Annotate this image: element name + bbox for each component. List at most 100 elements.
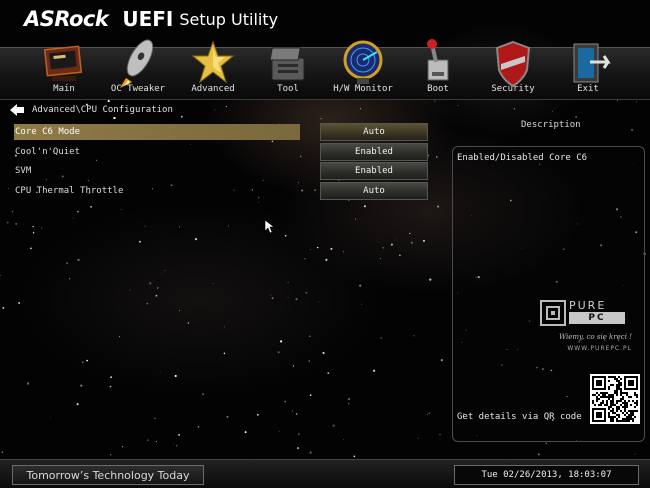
qr-module	[610, 396, 612, 398]
setting-value-cool-n-quiet[interactable]: Enabled	[320, 143, 428, 161]
qr-module	[626, 416, 628, 418]
star	[225, 106, 227, 108]
setting-row-cool-n-quiet[interactable]: Cool'n'Quiet	[14, 144, 300, 160]
star	[382, 247, 384, 249]
star	[318, 301, 320, 303]
qr-module	[618, 416, 620, 418]
setting-label: SVM	[15, 166, 32, 176]
nav-item-main[interactable]: Main	[27, 45, 101, 94]
qr-module	[610, 376, 612, 378]
qr-module	[602, 396, 604, 398]
star	[305, 291, 308, 294]
nav-item-boot[interactable]: Boot	[401, 39, 475, 94]
qr-module	[606, 400, 608, 402]
star	[287, 281, 289, 283]
qr-module	[634, 406, 636, 408]
star	[80, 384, 83, 387]
qr-module	[608, 394, 610, 396]
setting-row-cpu-thermal-throttle[interactable]: CPU Thermal Throttle	[14, 183, 300, 199]
qr-module	[604, 394, 606, 396]
star	[380, 258, 382, 260]
back-arrow-icon[interactable]	[10, 104, 24, 116]
setting-label: Cool'n'Quiet	[15, 147, 81, 157]
star	[380, 337, 382, 339]
qr-module	[628, 400, 630, 402]
star	[256, 413, 259, 416]
qr-module	[614, 392, 616, 394]
qr-module	[616, 394, 618, 396]
qr-module	[624, 418, 626, 420]
star	[76, 403, 79, 406]
qr-module	[626, 402, 628, 404]
star	[147, 439, 149, 441]
qr-module	[620, 404, 622, 406]
star	[426, 414, 428, 416]
qr-module	[636, 404, 638, 406]
qr-module	[620, 384, 622, 386]
star	[164, 270, 166, 272]
nav-item-security[interactable]: Security	[476, 40, 550, 94]
star	[146, 302, 149, 305]
qr-module	[632, 420, 634, 422]
toolbox-icon	[269, 47, 305, 81]
star	[15, 223, 17, 225]
star	[292, 365, 294, 367]
qr-module	[612, 418, 614, 420]
qr-module	[604, 404, 606, 406]
star	[77, 258, 80, 262]
star	[332, 424, 335, 427]
setting-value-core-c6-mode[interactable]: Auto	[320, 123, 428, 141]
star	[262, 179, 264, 182]
qr-module	[630, 412, 632, 414]
qr-finder	[596, 412, 602, 418]
qr-module	[608, 408, 610, 410]
qr-module	[616, 402, 618, 404]
qr-module	[602, 392, 604, 394]
qr-module	[612, 396, 614, 398]
qr-module	[620, 392, 622, 394]
nav-item-exit[interactable]: Exit	[551, 43, 625, 94]
star	[1, 451, 4, 454]
star	[144, 225, 146, 227]
star	[72, 217, 74, 219]
qr-module	[616, 418, 618, 420]
qr-module	[608, 388, 610, 390]
qr-module	[632, 418, 634, 420]
star	[396, 237, 397, 239]
top-nav-bar: Main OC Tweaker Advanced Tool H/W Monito…	[0, 39, 650, 100]
nav-item-oc-tweaker[interactable]: OC Tweaker	[101, 39, 175, 94]
nav-item-hw-monitor[interactable]: H/W Monitor	[326, 40, 400, 94]
qr-module	[614, 404, 616, 406]
qr-module	[624, 400, 626, 402]
uefi-text: UEFI	[122, 7, 174, 31]
star	[77, 211, 79, 213]
setting-value-cpu-thermal-throttle[interactable]: Auto	[320, 182, 428, 200]
qr-module	[612, 410, 614, 412]
qr-module	[612, 416, 614, 418]
qr-module	[610, 406, 612, 408]
exit-door-icon	[573, 43, 611, 83]
qr-module	[630, 414, 632, 416]
setting-value-svm[interactable]: Enabled	[320, 162, 428, 180]
star	[49, 416, 51, 418]
setting-row-svm[interactable]: SVM	[14, 163, 300, 179]
setting-row-core-c6-mode[interactable]: Core C6 Mode	[14, 124, 300, 140]
qr-module	[620, 410, 622, 412]
qr-module	[594, 394, 596, 396]
qr-module	[610, 416, 612, 418]
nav-item-advanced[interactable]: Advanced	[176, 40, 250, 94]
qr-module	[612, 376, 614, 378]
nav-item-tool[interactable]: Tool	[251, 47, 325, 94]
qr-module	[618, 408, 620, 410]
qr-module	[614, 390, 616, 392]
star	[149, 282, 152, 285]
star	[81, 361, 84, 364]
star	[348, 398, 351, 401]
qr-module	[614, 416, 616, 418]
qr-module	[614, 412, 616, 414]
star-icon	[191, 40, 235, 84]
radar-icon	[343, 40, 383, 84]
star	[107, 100, 110, 103]
star	[156, 287, 159, 289]
qr-module	[608, 406, 610, 408]
